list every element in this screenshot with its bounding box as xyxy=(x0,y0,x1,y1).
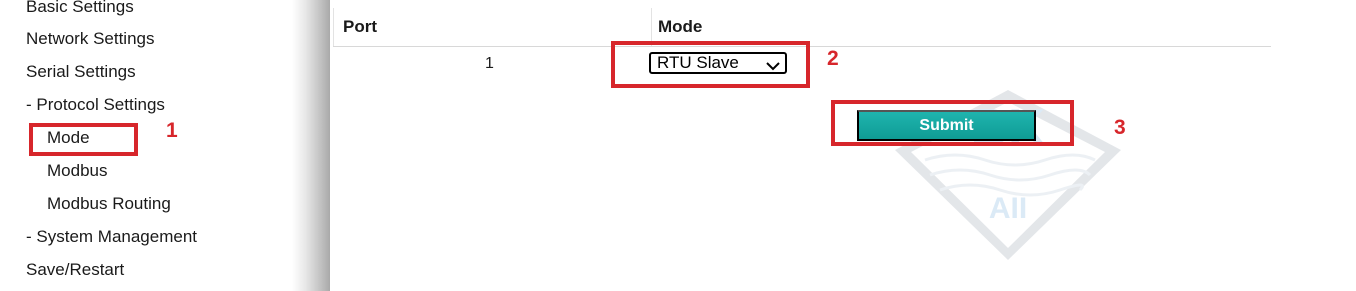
sidebar-shadow-divider xyxy=(292,0,330,291)
header-left-border xyxy=(333,8,334,46)
watermark-text-bottom: AII xyxy=(989,192,1027,225)
sidebar-item-serial-settings[interactable]: Serial Settings xyxy=(26,62,136,82)
annotation-box-2 xyxy=(611,41,810,88)
sidebar-item-protocol-settings[interactable]: - Protocol Settings xyxy=(26,95,165,115)
main-content: Port Mode 1 RTU Slave BK AII xyxy=(330,0,1356,291)
sidebar-item-basic-settings[interactable]: Basic Settings xyxy=(26,0,134,17)
annotation-number-1: 1 xyxy=(166,119,178,142)
column-header-port: Port xyxy=(343,17,377,36)
annotation-number-3: 3 xyxy=(1114,116,1126,139)
column-header-mode: Mode xyxy=(658,17,703,36)
sidebar-item-modbus[interactable]: Modbus xyxy=(47,161,107,181)
port-cell: 1 xyxy=(485,55,494,72)
sidebar-item-save-restart[interactable]: Save/Restart xyxy=(26,260,124,280)
sidebar-nav: Basic Settings Network Settings Serial S… xyxy=(0,0,300,291)
annotation-number-2: 2 xyxy=(827,47,839,70)
sidebar-item-modbus-routing[interactable]: Modbus Routing xyxy=(47,194,171,214)
annotation-box-1 xyxy=(29,123,138,156)
annotation-box-3 xyxy=(831,100,1074,146)
sidebar-item-network-settings[interactable]: Network Settings xyxy=(26,29,155,49)
page-root: Basic Settings Network Settings Serial S… xyxy=(0,0,1356,291)
sidebar-item-system-management[interactable]: - System Management xyxy=(26,227,197,247)
